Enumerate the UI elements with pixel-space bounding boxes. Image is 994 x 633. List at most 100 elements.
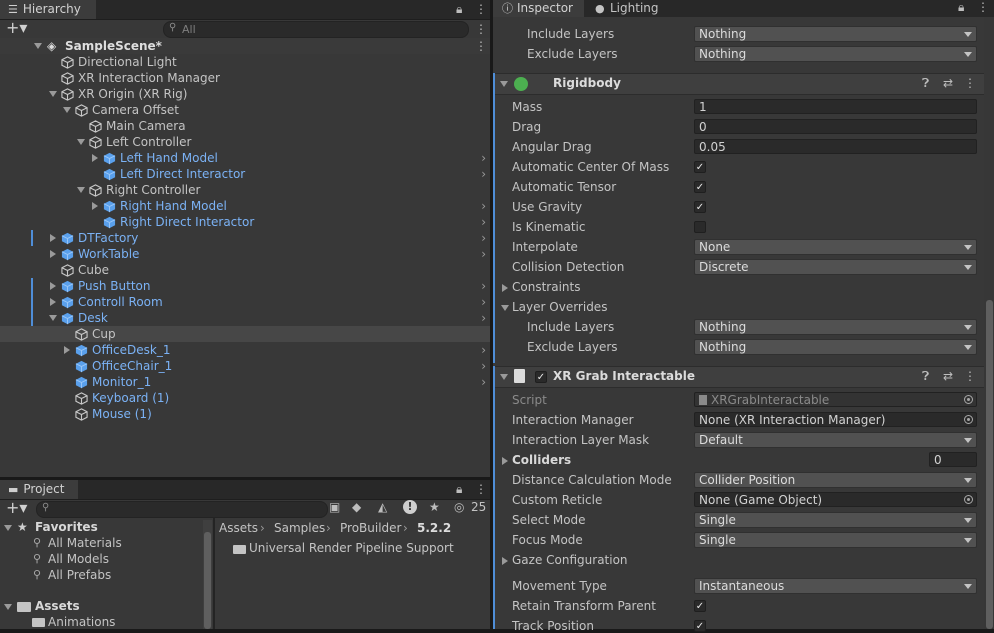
presets-icon[interactable]: ⇄ (943, 369, 953, 383)
chevron-right-icon[interactable]: › (481, 294, 486, 310)
assets-label[interactable]: Assets (35, 599, 80, 613)
rigidbody-header[interactable]: Rigidbody ❓︎ ⇄ ⋮ (494, 73, 984, 95)
layer-overrides-foldout[interactable]: Layer Overrides (512, 300, 607, 314)
auto-tensor-checkbox[interactable]: ✓ (694, 181, 706, 193)
use-gravity-checkbox[interactable]: ✓ (694, 201, 706, 213)
hierarchy-item[interactable]: Main Camera (0, 118, 490, 134)
component-menu-icon[interactable]: ⋮ (964, 76, 976, 90)
hierarchy-item[interactable]: XR Interaction Manager (0, 70, 490, 86)
gaze-configuration-foldout[interactable]: Gaze Configuration (512, 553, 628, 567)
expand-arrow-icon[interactable] (63, 107, 71, 113)
retain-transform-parent-checkbox[interactable]: ✓ (694, 600, 706, 612)
interaction-layer-mask-dropdown[interactable]: Default (694, 432, 977, 448)
include-layers-dropdown[interactable]: Nothing (694, 319, 977, 335)
tab-lighting[interactable]: ● Lighting (587, 0, 667, 17)
focus-mode-dropdown[interactable]: Single (694, 532, 977, 548)
chevron-right-icon[interactable]: › (481, 310, 486, 326)
hierarchy-item[interactable]: Desk › (0, 310, 490, 326)
exclude-layers-dropdown[interactable]: Nothing (694, 339, 977, 355)
hierarchy-item[interactable]: Mouse (1) (0, 406, 490, 422)
object-picker-icon[interactable] (964, 495, 973, 504)
lock-icon[interactable]: 🔒︎ (958, 0, 964, 15)
include-layers-dropdown[interactable]: Nothing (694, 26, 977, 42)
scroll-thumb[interactable] (204, 532, 211, 629)
hierarchy-item[interactable]: OfficeChair_1 › (0, 358, 490, 374)
scroll-thumb[interactable] (986, 300, 993, 629)
hierarchy-item[interactable]: Camera Offset (0, 102, 490, 118)
hierarchy-item[interactable]: WorkTable › (0, 246, 490, 262)
lock-icon[interactable]: 🔒︎ (456, 480, 462, 499)
chevron-right-icon[interactable]: › (481, 342, 486, 358)
filter-icon[interactable]: ◆ (352, 500, 361, 514)
hierarchy-item[interactable]: OfficeDesk_1 › (0, 342, 490, 358)
search-by-type-icon[interactable]: ▣ (329, 500, 340, 514)
object-picker-icon[interactable] (964, 415, 973, 424)
component-enabled-checkbox[interactable]: ✓ (535, 371, 547, 383)
colliders-count-field[interactable]: 0 (929, 452, 977, 467)
expand-arrow-icon[interactable] (77, 187, 85, 193)
add-dropdown-button[interactable]: +▾ (6, 18, 27, 37)
lock-icon[interactable]: 🔒︎ (456, 0, 462, 19)
expand-arrow-icon[interactable] (4, 604, 12, 610)
expand-arrow-icon[interactable] (500, 374, 508, 380)
mass-field[interactable]: 1 (694, 99, 977, 114)
expand-arrow-icon[interactable] (77, 139, 85, 145)
chevron-right-icon[interactable]: › (481, 374, 486, 390)
breadcrumb-item[interactable]: ProBuilder (340, 521, 401, 535)
expand-arrow-icon[interactable] (500, 81, 508, 87)
collapse-arrow-icon[interactable] (502, 557, 508, 565)
auto-center-of-mass-checkbox[interactable]: ✓ (694, 161, 706, 173)
breadcrumb-item[interactable]: 5.2.2 (417, 521, 451, 535)
distance-calculation-dropdown[interactable]: Collider Position (694, 472, 977, 488)
more-menu-icon[interactable]: ⋮ (475, 0, 487, 19)
select-mode-dropdown[interactable]: Single (694, 512, 977, 528)
presets-icon[interactable]: ⇄ (943, 76, 953, 90)
chevron-right-icon[interactable]: › (481, 198, 486, 214)
chevron-right-icon[interactable]: › (481, 214, 486, 230)
project-tree-scrollbar[interactable] (203, 520, 212, 629)
chevron-right-icon[interactable]: › (481, 150, 486, 166)
breadcrumb-item[interactable]: Samples (274, 521, 325, 535)
breadcrumb-item[interactable]: Assets (219, 521, 258, 535)
hierarchy-item[interactable]: Keyboard (1) (0, 390, 490, 406)
expand-arrow-icon[interactable] (34, 43, 42, 49)
hierarchy-item-selected[interactable]: Cup (0, 326, 490, 342)
hierarchy-item[interactable]: XR Origin (XR Rig) (0, 86, 490, 102)
collapse-arrow-icon[interactable] (92, 154, 98, 162)
inspector-scrollbar[interactable] (984, 17, 994, 629)
favorite-item[interactable]: All Prefabs (48, 568, 111, 582)
component-menu-icon[interactable]: ⋮ (964, 369, 976, 383)
exclude-layers-dropdown[interactable]: Nothing (694, 46, 977, 62)
hierarchy-item[interactable]: Left Hand Model › (0, 150, 490, 166)
label-icon[interactable]: ◭ (378, 500, 387, 514)
scene-more-icon[interactable]: ⋮ (475, 38, 487, 54)
expand-arrow-icon[interactable] (49, 91, 57, 97)
hierarchy-more-icon[interactable]: ⋮ (475, 22, 487, 36)
collapse-arrow-icon[interactable] (50, 298, 56, 306)
track-position-checkbox[interactable]: ✓ (694, 620, 706, 632)
custom-reticle-field[interactable]: None (Game Object) (694, 492, 977, 507)
collapse-arrow-icon[interactable] (502, 457, 508, 465)
hierarchy-item[interactable]: Right Controller (0, 182, 490, 198)
chevron-right-icon[interactable]: › (481, 166, 486, 182)
hidden-eye-icon[interactable]: ◎ (454, 500, 464, 514)
help-icon[interactable]: ❓︎ (922, 76, 929, 91)
xr-grab-interactable-header[interactable]: ✓ XR Grab Interactable ❓︎ ⇄ ⋮ (494, 366, 984, 388)
hierarchy-item[interactable]: Right Direct Interactor › (0, 214, 490, 230)
scene-row[interactable]: ◈ SampleScene* ⋮ (0, 38, 490, 54)
tab-project[interactable]: ▬ Project (0, 480, 78, 499)
hierarchy-item[interactable]: Controll Room › (0, 294, 490, 310)
collapse-arrow-icon[interactable] (92, 202, 98, 210)
movement-type-dropdown[interactable]: Instantaneous (694, 578, 977, 594)
interpolate-dropdown[interactable]: None (694, 239, 977, 255)
hierarchy-item[interactable]: Left Controller (0, 134, 490, 150)
interaction-manager-field[interactable]: None (XR Interaction Manager) (694, 412, 977, 427)
favorite-item[interactable]: All Models (48, 552, 109, 566)
help-icon[interactable]: ❓︎ (922, 369, 929, 384)
chevron-right-icon[interactable]: › (481, 278, 486, 294)
tab-inspector[interactable]: ⓘ Inspector (493, 0, 584, 17)
warning-icon[interactable]: ! (403, 500, 417, 514)
expand-arrow-icon[interactable] (49, 315, 57, 321)
star-icon[interactable]: ★ (429, 500, 440, 514)
collapse-arrow-icon[interactable] (502, 284, 508, 292)
